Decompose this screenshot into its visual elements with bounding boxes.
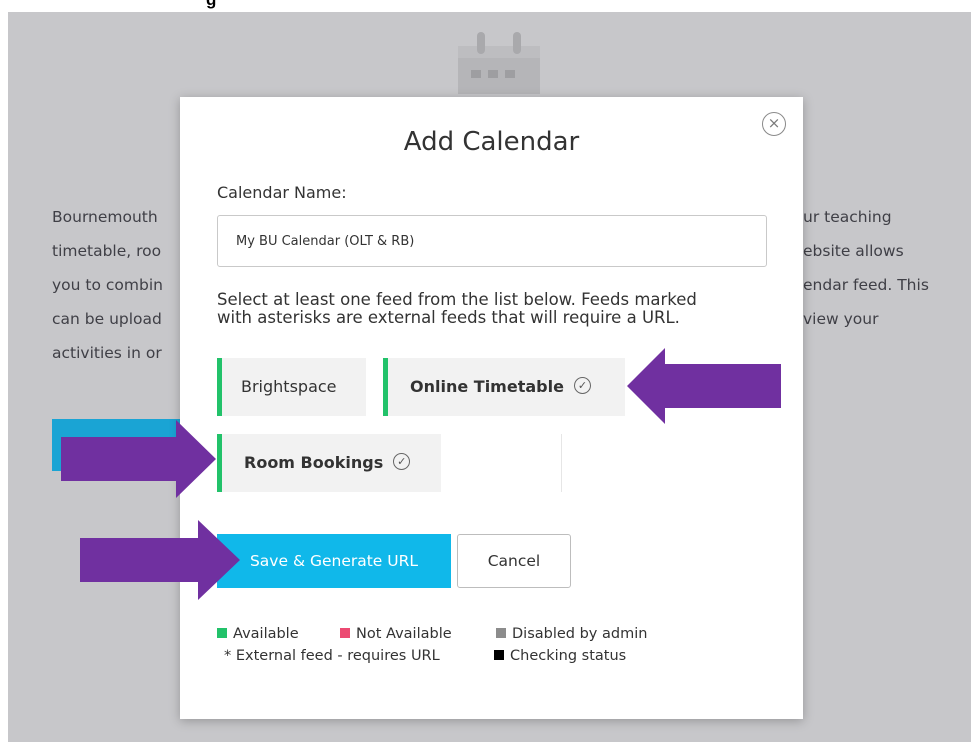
legend-disabled: Disabled by admin [496, 626, 647, 642]
feed-instructions: Select at least one feed from the list b… [217, 290, 697, 327]
available-swatch-icon [217, 628, 227, 638]
not-available-swatch-icon [340, 628, 350, 638]
check-circle-icon: ✓ [393, 453, 411, 470]
checking-swatch-icon [494, 650, 504, 660]
page-heading: g [0, 0, 971, 12]
feed-brightspace[interactable]: Brightspace [217, 358, 366, 416]
annotation-arrow-icon [61, 420, 216, 498]
calendar-icon [458, 32, 540, 94]
calendar-name-input[interactable] [217, 215, 767, 267]
feed-room-bookings[interactable]: Room Bookings ✓ [217, 434, 441, 492]
modal-title: Add Calendar [403, 127, 580, 157]
feed-label: Online Timetable [410, 377, 564, 396]
save-generate-url-button[interactable]: Save & Generate URL [217, 534, 451, 588]
cancel-button[interactable]: Cancel [457, 534, 571, 588]
feed-label: Room Bookings [244, 453, 384, 472]
calendar-name-label: Calendar Name: [217, 183, 347, 202]
legend-external: * External feed - requires URL [224, 648, 440, 664]
legend-available: Available [217, 626, 299, 642]
background-text-left: Bournemouth timetable, roo you to combin… [52, 208, 163, 362]
feed-online-timetable[interactable]: Online Timetable ✓ [383, 358, 625, 416]
annotation-arrow-icon [80, 520, 240, 600]
feed-label: Brightspace [241, 377, 337, 396]
disabled-swatch-icon [496, 628, 506, 638]
annotation-arrow-icon [627, 348, 781, 424]
divider [561, 434, 562, 492]
background-text-right: ur teaching ebsite allows endar feed. Th… [803, 208, 929, 328]
legend-checking: Checking status [494, 648, 626, 664]
check-circle-icon: ✓ [573, 377, 591, 394]
legend-not-available: Not Available [340, 626, 452, 642]
